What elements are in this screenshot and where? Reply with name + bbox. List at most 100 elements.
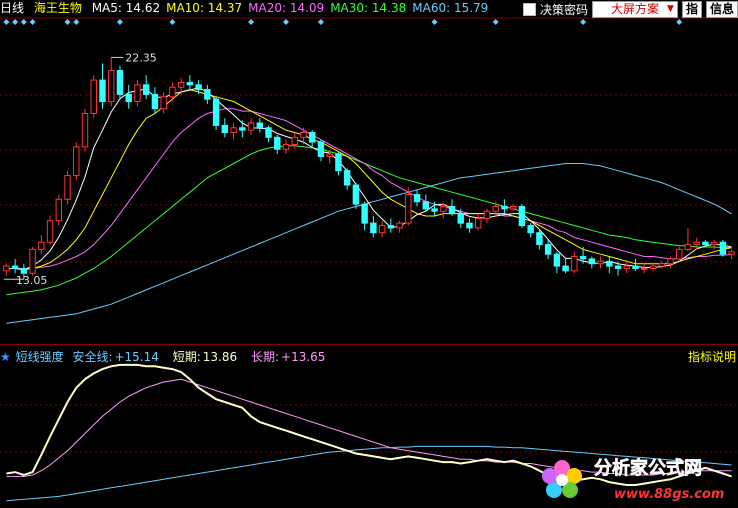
candle[interactable] [125,84,132,109]
candle[interactable] [448,199,456,216]
candle[interactable] [221,118,229,138]
candle[interactable] [527,223,534,238]
candle[interactable] [186,75,194,90]
ma-labels: MA5: 14.62 MA10: 14.37 MA20: 14.09 MA30: 14… [92,1,495,15]
candle[interactable] [204,84,211,104]
candle[interactable] [588,256,596,269]
candle[interactable] [29,247,36,276]
candle[interactable] [335,151,342,176]
candle[interactable] [361,201,368,231]
candle[interactable] [134,80,141,107]
signal-diamond-icon [492,19,499,25]
candle[interactable] [370,216,377,238]
plan-dropdown[interactable]: 大屏方案 ▼ [591,0,678,18]
candle[interactable] [108,57,115,107]
ma5-line [6,87,732,271]
period-label[interactable]: 日线 [0,1,24,15]
candle[interactable] [73,142,80,181]
candle[interactable] [413,189,421,207]
candle[interactable] [553,251,561,274]
candle[interactable] [282,139,290,154]
candle[interactable] [606,256,613,274]
candle[interactable] [99,63,106,109]
candle[interactable] [169,82,176,102]
candle[interactable] [55,194,63,226]
candle-body [483,210,491,219]
candle-body [571,256,578,272]
candle-body [361,203,368,224]
candle[interactable] [632,258,639,271]
candle[interactable] [3,263,10,276]
candle[interactable] [230,123,237,140]
candle[interactable] [658,261,665,269]
candle-body [317,141,325,157]
candle[interactable] [142,75,150,100]
candle[interactable] [343,168,351,190]
candle-body [73,146,80,176]
candle[interactable] [64,170,71,205]
candle[interactable] [116,65,124,100]
candle[interactable] [46,216,54,245]
candle[interactable] [265,125,272,143]
signal-diamond-icon [12,19,19,25]
flower-icon [542,460,582,498]
candle[interactable] [693,237,700,250]
candle[interactable] [291,132,298,150]
candle-body [518,205,526,227]
candle[interactable] [378,220,386,238]
candle[interactable] [352,182,360,209]
signal-diamond-icon [282,19,289,25]
candle[interactable] [475,213,482,231]
indicator-tab-button[interactable]: 指 [681,0,702,18]
candle[interactable] [396,220,403,233]
watermark-title: 分析家公式网 [594,457,702,479]
candle[interactable] [536,230,543,250]
candle[interactable] [247,118,255,135]
candle[interactable] [90,75,97,119]
candle[interactable] [151,87,159,114]
info-button[interactable]: 信息 [705,0,738,18]
candle[interactable] [38,235,45,255]
ma-label-0: MA5: 14.62 [91,1,161,15]
ma20-line [6,108,732,269]
candle[interactable] [562,258,569,274]
candle[interactable] [710,239,718,250]
candle[interactable] [317,139,325,162]
candle[interactable] [623,261,630,274]
decision-checkbox[interactable] [522,2,536,16]
candle[interactable] [11,258,19,274]
candle[interactable] [641,263,648,274]
candle[interactable] [81,108,89,152]
candle[interactable] [274,134,281,154]
candle[interactable] [675,247,683,262]
candle[interactable] [501,199,508,214]
candle[interactable] [544,239,552,259]
candle-body [291,136,298,145]
candle[interactable] [483,208,491,224]
candle[interactable] [518,204,526,228]
candle[interactable] [212,96,220,131]
candle[interactable] [571,251,578,274]
candle[interactable] [466,218,473,233]
candle[interactable] [308,130,316,147]
chart-canvas[interactable]: 22.35 13.05 [0,0,738,508]
candle[interactable] [649,263,657,271]
candle-body [536,232,543,246]
candle[interactable] [440,204,447,219]
candle[interactable] [597,256,604,269]
candle-body [728,251,735,255]
candle-body [387,225,395,229]
candle-body [212,98,220,126]
candle[interactable] [719,239,727,257]
candle[interactable] [239,120,246,138]
price-plot[interactable]: 22.35 13.05 [3,51,735,324]
candle[interactable] [256,118,263,133]
indicator-name[interactable]: 短线强度 [16,350,64,364]
candle[interactable] [387,218,395,233]
candle-body [431,208,438,212]
candle[interactable] [684,227,692,252]
indicator-help-link[interactable]: 指标说明 [688,348,736,365]
candle[interactable] [728,249,735,259]
decision-label[interactable]: 决策密码 [540,1,588,18]
candle[interactable] [422,194,430,212]
